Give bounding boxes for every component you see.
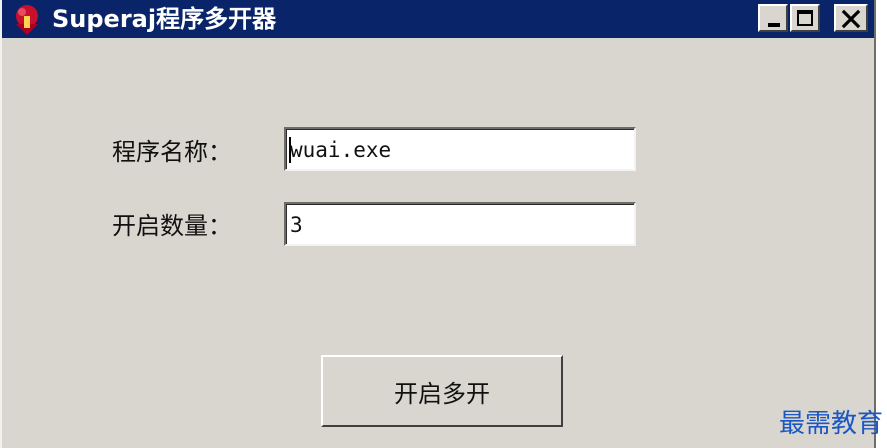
close-icon (841, 9, 861, 29)
minimize-button[interactable] (758, 4, 788, 32)
instance-count-value: 3 (290, 213, 303, 237)
title-bar[interactable]: Superaj程序多开器 (2, 0, 874, 38)
app-logo-icon (16, 5, 38, 35)
app-window: Superaj程序多开器 程序名称： wuai.exe 开启数量： 3 开启多开 (0, 0, 876, 448)
minimize-icon (768, 23, 780, 27)
maximize-icon (797, 10, 813, 26)
close-button[interactable] (834, 4, 868, 32)
window-title: Superaj程序多开器 (52, 5, 277, 33)
program-name-label: 程序名称： (112, 138, 232, 166)
maximize-button[interactable] (790, 4, 820, 32)
program-name-value: wuai.exe (290, 138, 392, 162)
watermark-text: 最需教育 (778, 409, 883, 439)
instance-count-label: 开启数量： (112, 212, 232, 240)
start-multi-open-button[interactable]: 开启多开 (321, 355, 563, 427)
program-name-input[interactable]: wuai.exe (284, 127, 636, 171)
instance-count-input[interactable]: 3 (284, 202, 636, 246)
